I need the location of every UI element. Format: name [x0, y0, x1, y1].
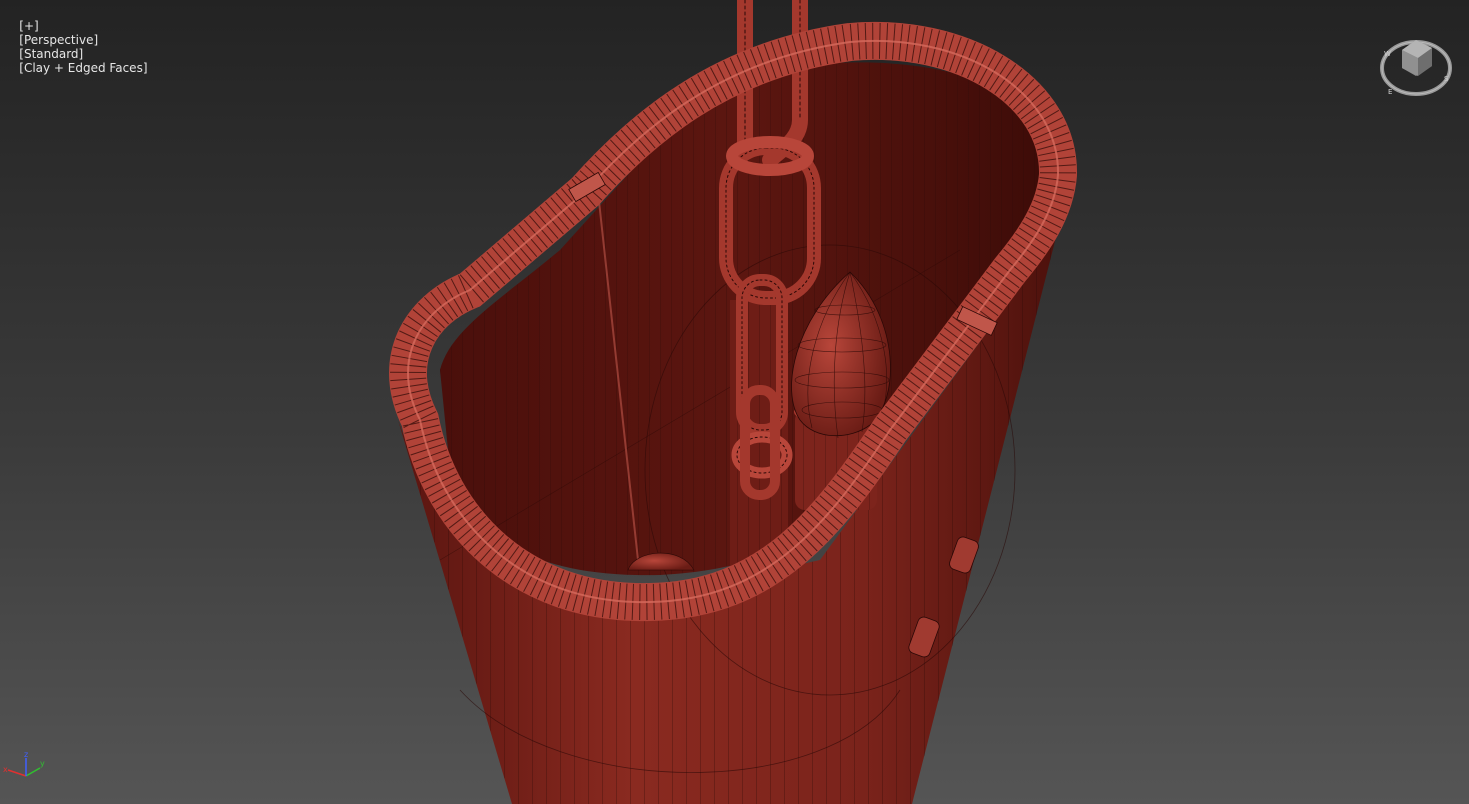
- svg-text:E: E: [1388, 88, 1392, 96]
- perspective-viewport[interactable]: [+] [Perspective] [Standard] [Clay + Edg…: [0, 0, 1469, 804]
- axis-y-label: y: [40, 759, 45, 768]
- viewport-label-bar: [+] [Perspective] [Standard] [Clay + Edg…: [4, 5, 147, 89]
- viewport-display-mode-label[interactable]: [Clay + Edged Faces]: [19, 61, 147, 75]
- svg-text:W: W: [1384, 50, 1391, 58]
- axis-tripod-icon: x y z: [3, 750, 45, 777]
- viewport-plus-menu[interactable]: [+]: [19, 19, 38, 33]
- axis-x-label: x: [3, 765, 8, 774]
- scene-render[interactable]: [0, 0, 1469, 804]
- svg-text:S: S: [1444, 75, 1449, 83]
- viewcube-icon[interactable]: W S E: [1376, 28, 1456, 102]
- axis-z-label: z: [24, 750, 28, 759]
- viewport-pov-label[interactable]: [Perspective]: [19, 33, 98, 47]
- viewport-shading-label[interactable]: [Standard]: [19, 47, 83, 61]
